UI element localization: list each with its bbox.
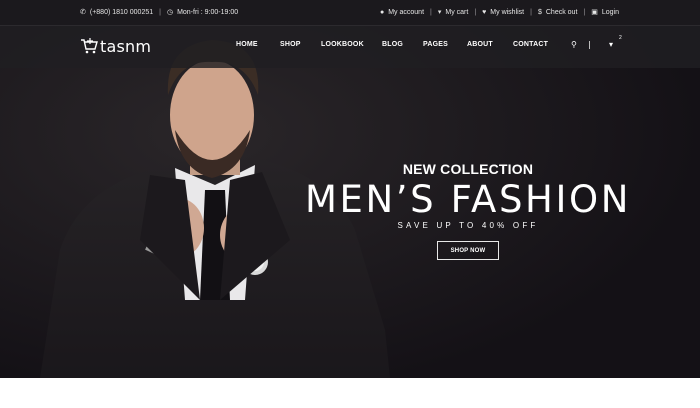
divider: | xyxy=(430,9,432,16)
search-icon[interactable]: ⚲ xyxy=(571,40,577,49)
main-navigation: tasnm HOME SHOP LOOKBOOK BLOG PAGES ABOU… xyxy=(0,26,700,68)
cart-count-badge: 2 xyxy=(619,35,622,41)
dollar-icon: $ xyxy=(537,9,542,16)
divider: | xyxy=(159,9,161,16)
hero-banner: ✆ (+880) 1810 000251 | ◷ Mon-fri : 9:00-… xyxy=(0,0,700,378)
user-icon: ● xyxy=(379,9,385,16)
nav-blog[interactable]: BLOG xyxy=(382,41,403,48)
check-out-link[interactable]: $ Check out xyxy=(538,9,577,16)
page-content-area xyxy=(0,378,700,408)
nav-divider xyxy=(589,41,590,49)
my-wishlist-label: My wishlist xyxy=(490,9,525,16)
opening-hours: Mon-fri : 9:00-19:00 xyxy=(177,9,239,16)
hero-title: MEN’S FASHION xyxy=(304,178,631,221)
heart-icon: ♥ xyxy=(482,9,487,16)
phone-icon: ✆ xyxy=(80,9,86,16)
hours-info: ◷ Mon-fri : 9:00-19:00 xyxy=(167,9,238,16)
my-cart-link[interactable]: ▾ My cart xyxy=(438,9,468,16)
cart-icon[interactable]: ▾ xyxy=(609,40,613,49)
login-link[interactable]: ▣ Login xyxy=(591,9,619,16)
nav-about[interactable]: ABOUT xyxy=(467,41,493,48)
hero-eyebrow: NEW COLLECTION xyxy=(402,161,534,177)
divider: | xyxy=(474,9,477,16)
my-account-label: My account xyxy=(388,9,425,16)
my-wishlist-link[interactable]: ♥ My wishlist xyxy=(482,9,524,16)
login-label: Login xyxy=(601,9,619,16)
divider: | xyxy=(530,9,532,16)
nav-lookbook[interactable]: LOOKBOOK xyxy=(321,41,364,48)
nav-pages[interactable]: PAGES xyxy=(423,41,448,48)
check-out-label: Check out xyxy=(545,9,578,16)
nav-contact[interactable]: CONTACT xyxy=(513,41,548,48)
my-account-link[interactable]: ● My account xyxy=(380,9,424,16)
my-cart-label: My cart xyxy=(445,9,469,16)
lock-icon: ▣ xyxy=(591,9,598,16)
shop-now-button[interactable]: SHOP NOW xyxy=(437,241,499,260)
clock-icon: ◷ xyxy=(166,9,174,16)
phone-number: (+880) 1810 000251 xyxy=(89,9,154,16)
cart-icon: ▾ xyxy=(437,9,442,16)
nav-home[interactable]: HOME xyxy=(236,41,258,48)
top-info-bar: ✆ (+880) 1810 000251 | ◷ Mon-fri : 9:00-… xyxy=(0,0,700,26)
nav-shop[interactable]: SHOP xyxy=(280,41,301,48)
divider: | xyxy=(583,9,586,16)
phone-info[interactable]: ✆ (+880) 1810 000251 xyxy=(80,9,153,16)
hero-subtitle: SAVE UP TO 40% OFF xyxy=(397,221,539,230)
